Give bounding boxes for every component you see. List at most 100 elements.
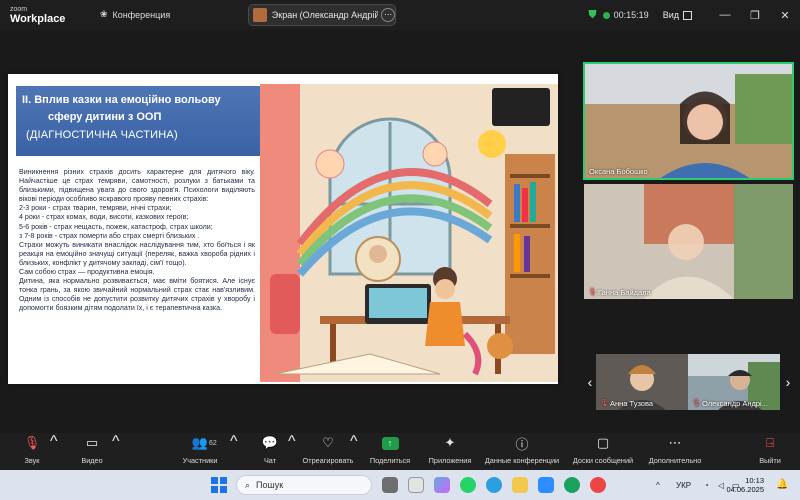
- audio-options-chevron-icon[interactable]: ^: [50, 433, 58, 470]
- audio-button[interactable]: 🎙 Звук: [14, 433, 50, 470]
- more-icon: ⋯: [668, 435, 682, 450]
- restore-icon[interactable]: ❐: [740, 9, 770, 22]
- participant-video: [584, 184, 793, 299]
- share-label: Поделиться: [369, 456, 411, 465]
- meeting-timer: 00:15:19: [602, 10, 649, 20]
- more-button[interactable]: ⋯ Дополнительно: [642, 433, 708, 470]
- title-bar: zoom Workplace ❀ Конференция Экран (Олек…: [0, 0, 800, 30]
- opera-icon[interactable]: [590, 477, 606, 493]
- react-button[interactable]: ♡ Отреагировать: [300, 433, 356, 470]
- slide-paragraph: Виникнення різних страхів досить характе…: [19, 168, 255, 204]
- meeting-label: Конференция: [112, 9, 171, 20]
- folder-icon[interactable]: [512, 477, 528, 493]
- info-icon: ⓘ: [515, 436, 529, 452]
- participant-name: Анна Тузова: [610, 399, 654, 408]
- gallery-prev-icon[interactable]: ‹: [584, 372, 596, 392]
- meeting-info-label: Данные конференции: [484, 456, 560, 465]
- slide-illustration: [260, 84, 558, 382]
- slide-paragraph: 2-3 роки - страх тварин, темряви, нічні …: [19, 204, 172, 213]
- tray-chevron-icon[interactable]: ^: [656, 470, 660, 500]
- camera-icon: ▭: [85, 435, 99, 450]
- file-manager-icon[interactable]: [408, 477, 424, 493]
- search-placeholder: Пошук: [256, 480, 284, 490]
- chat-options-chevron-icon[interactable]: ^: [288, 433, 296, 470]
- whiteboards-label: Доски сообщений: [572, 456, 634, 465]
- taskbar-search[interactable]: ⌕ Пошук: [236, 475, 372, 495]
- grid-icon: [683, 10, 692, 20]
- wifi-icon[interactable]: ◔: [704, 470, 709, 500]
- view-button[interactable]: Вид: [663, 10, 692, 20]
- brand-big: Workplace: [10, 13, 66, 25]
- participant-name: Оксана Бобошко: [589, 167, 648, 176]
- participant-name: Олександр Андрі...: [702, 399, 768, 408]
- whiteboards-button[interactable]: ▢ Доски сообщений: [568, 433, 638, 470]
- participant-tile[interactable]: 🎙 Олександр Андрі...: [688, 354, 780, 410]
- meeting-title: ❀ Конференция: [100, 9, 170, 20]
- screen-share-pill[interactable]: Экран (Олександр Андрійович Г ⋯: [248, 4, 396, 26]
- apps-label: Приложения: [428, 456, 472, 465]
- mic-muted-icon: 🎙: [23, 435, 41, 450]
- participant-video: [585, 64, 792, 178]
- zoom-logo: zoom Workplace: [10, 5, 66, 25]
- close-icon[interactable]: ✕: [770, 9, 800, 22]
- heart-icon: ♡: [322, 435, 334, 450]
- audio-label: Звук: [24, 456, 40, 465]
- volume-icon[interactable]: ◁: [718, 470, 724, 500]
- mic-muted-icon: 🎙: [588, 288, 597, 296]
- participant-tile[interactable]: 🎙 Ганна Байдала: [584, 184, 793, 299]
- shared-slide: ІІ. Вплив казки на емоційно вольову сфер…: [8, 74, 558, 384]
- minimize-icon[interactable]: —: [710, 9, 740, 21]
- leave-door-icon: ⍈: [766, 435, 774, 450]
- more-label: Дополнительно: [648, 456, 702, 465]
- gallery-next-icon[interactable]: ›: [782, 372, 794, 392]
- clock-time: 10:13: [745, 476, 764, 485]
- slide-paragraph: 5-6 років - страх нещасть, пожеж, катаст…: [19, 222, 213, 231]
- slide-paragraph: Сам собою страх — продуктивна емоція.: [19, 268, 155, 277]
- slide-paragraph: з 7-8 років - страх померти або страх см…: [19, 231, 200, 240]
- telegram-icon[interactable]: [486, 477, 502, 493]
- whatsapp-icon[interactable]: [460, 477, 476, 493]
- slide-paragraph: Дитина, яка нормально розвивається, має …: [19, 277, 255, 313]
- participants-button[interactable]: 👥 Участники: [176, 433, 224, 470]
- screen-share-label: Экран (Олександр Андрійович Г: [271, 10, 379, 20]
- participants-options-chevron-icon[interactable]: ^: [230, 433, 238, 470]
- participants-label: Участники: [182, 456, 218, 465]
- clock-date: 04.06.2025: [726, 485, 764, 494]
- participant-name: Ганна Байдала: [598, 288, 651, 297]
- taskbar-clock[interactable]: 10:13 04.06.2025: [726, 476, 764, 494]
- windows-start-icon[interactable]: [211, 477, 227, 493]
- participant-tile[interactable]: 🎙 Анна Тузова: [596, 354, 688, 410]
- react-options-chevron-icon[interactable]: ^: [350, 433, 358, 470]
- language-indicator[interactable]: УКР: [676, 470, 691, 500]
- slide-paragraph: 4 роки - страх комах, води, висоти, казк…: [19, 213, 189, 222]
- video-options-chevron-icon[interactable]: ^: [112, 433, 120, 470]
- leave-label: Выйти: [759, 456, 781, 465]
- participant-tile[interactable]: Оксана Бобошко: [583, 62, 794, 180]
- paw-icon: ❀: [100, 9, 108, 19]
- slide-title-line3: (ДІАГНОСТИЧНА ЧАСТИНА): [26, 129, 178, 141]
- slide-title-line1: ІІ. Вплив казки на емоційно вольову: [22, 94, 221, 106]
- leave-button[interactable]: ⍈ Выйти: [754, 433, 786, 470]
- share-button[interactable]: ↑ Поделиться: [366, 433, 414, 470]
- slide-title-band: ІІ. Вплив казки на емоційно вольову сфер…: [16, 86, 260, 156]
- video-button[interactable]: ▭ Видео: [74, 433, 110, 470]
- task-view-icon[interactable]: [382, 477, 398, 493]
- chrome-icon[interactable]: [564, 477, 580, 493]
- video-label: Видео: [81, 456, 103, 465]
- whiteboard-icon: ▢: [596, 435, 610, 450]
- shield-icon[interactable]: ⛊: [588, 9, 596, 22]
- search-icon: ⌕: [245, 479, 251, 490]
- copilot-icon[interactable]: [434, 477, 450, 493]
- chat-button[interactable]: 💬 Чат: [256, 433, 284, 470]
- react-label: Отреагировать: [302, 456, 354, 465]
- apps-button[interactable]: ✦ Приложения: [424, 433, 476, 470]
- presenter-thumb: [253, 8, 267, 22]
- view-label: Вид: [662, 10, 679, 20]
- notification-bell-icon[interactable]: 🔔: [776, 479, 788, 491]
- recording-dot-icon: [602, 11, 610, 19]
- meeting-info-button[interactable]: ⓘ Данные конференции: [480, 433, 564, 470]
- meeting-toolbar: 🎙 Звук ^ ▭ Видео ^ 👥 Участники 62 ^ 💬 Ча…: [0, 433, 800, 470]
- more-options-icon[interactable]: ⋯: [381, 8, 396, 22]
- zoom-app-icon[interactable]: [538, 477, 554, 493]
- mic-muted-icon: 🎙: [600, 399, 609, 407]
